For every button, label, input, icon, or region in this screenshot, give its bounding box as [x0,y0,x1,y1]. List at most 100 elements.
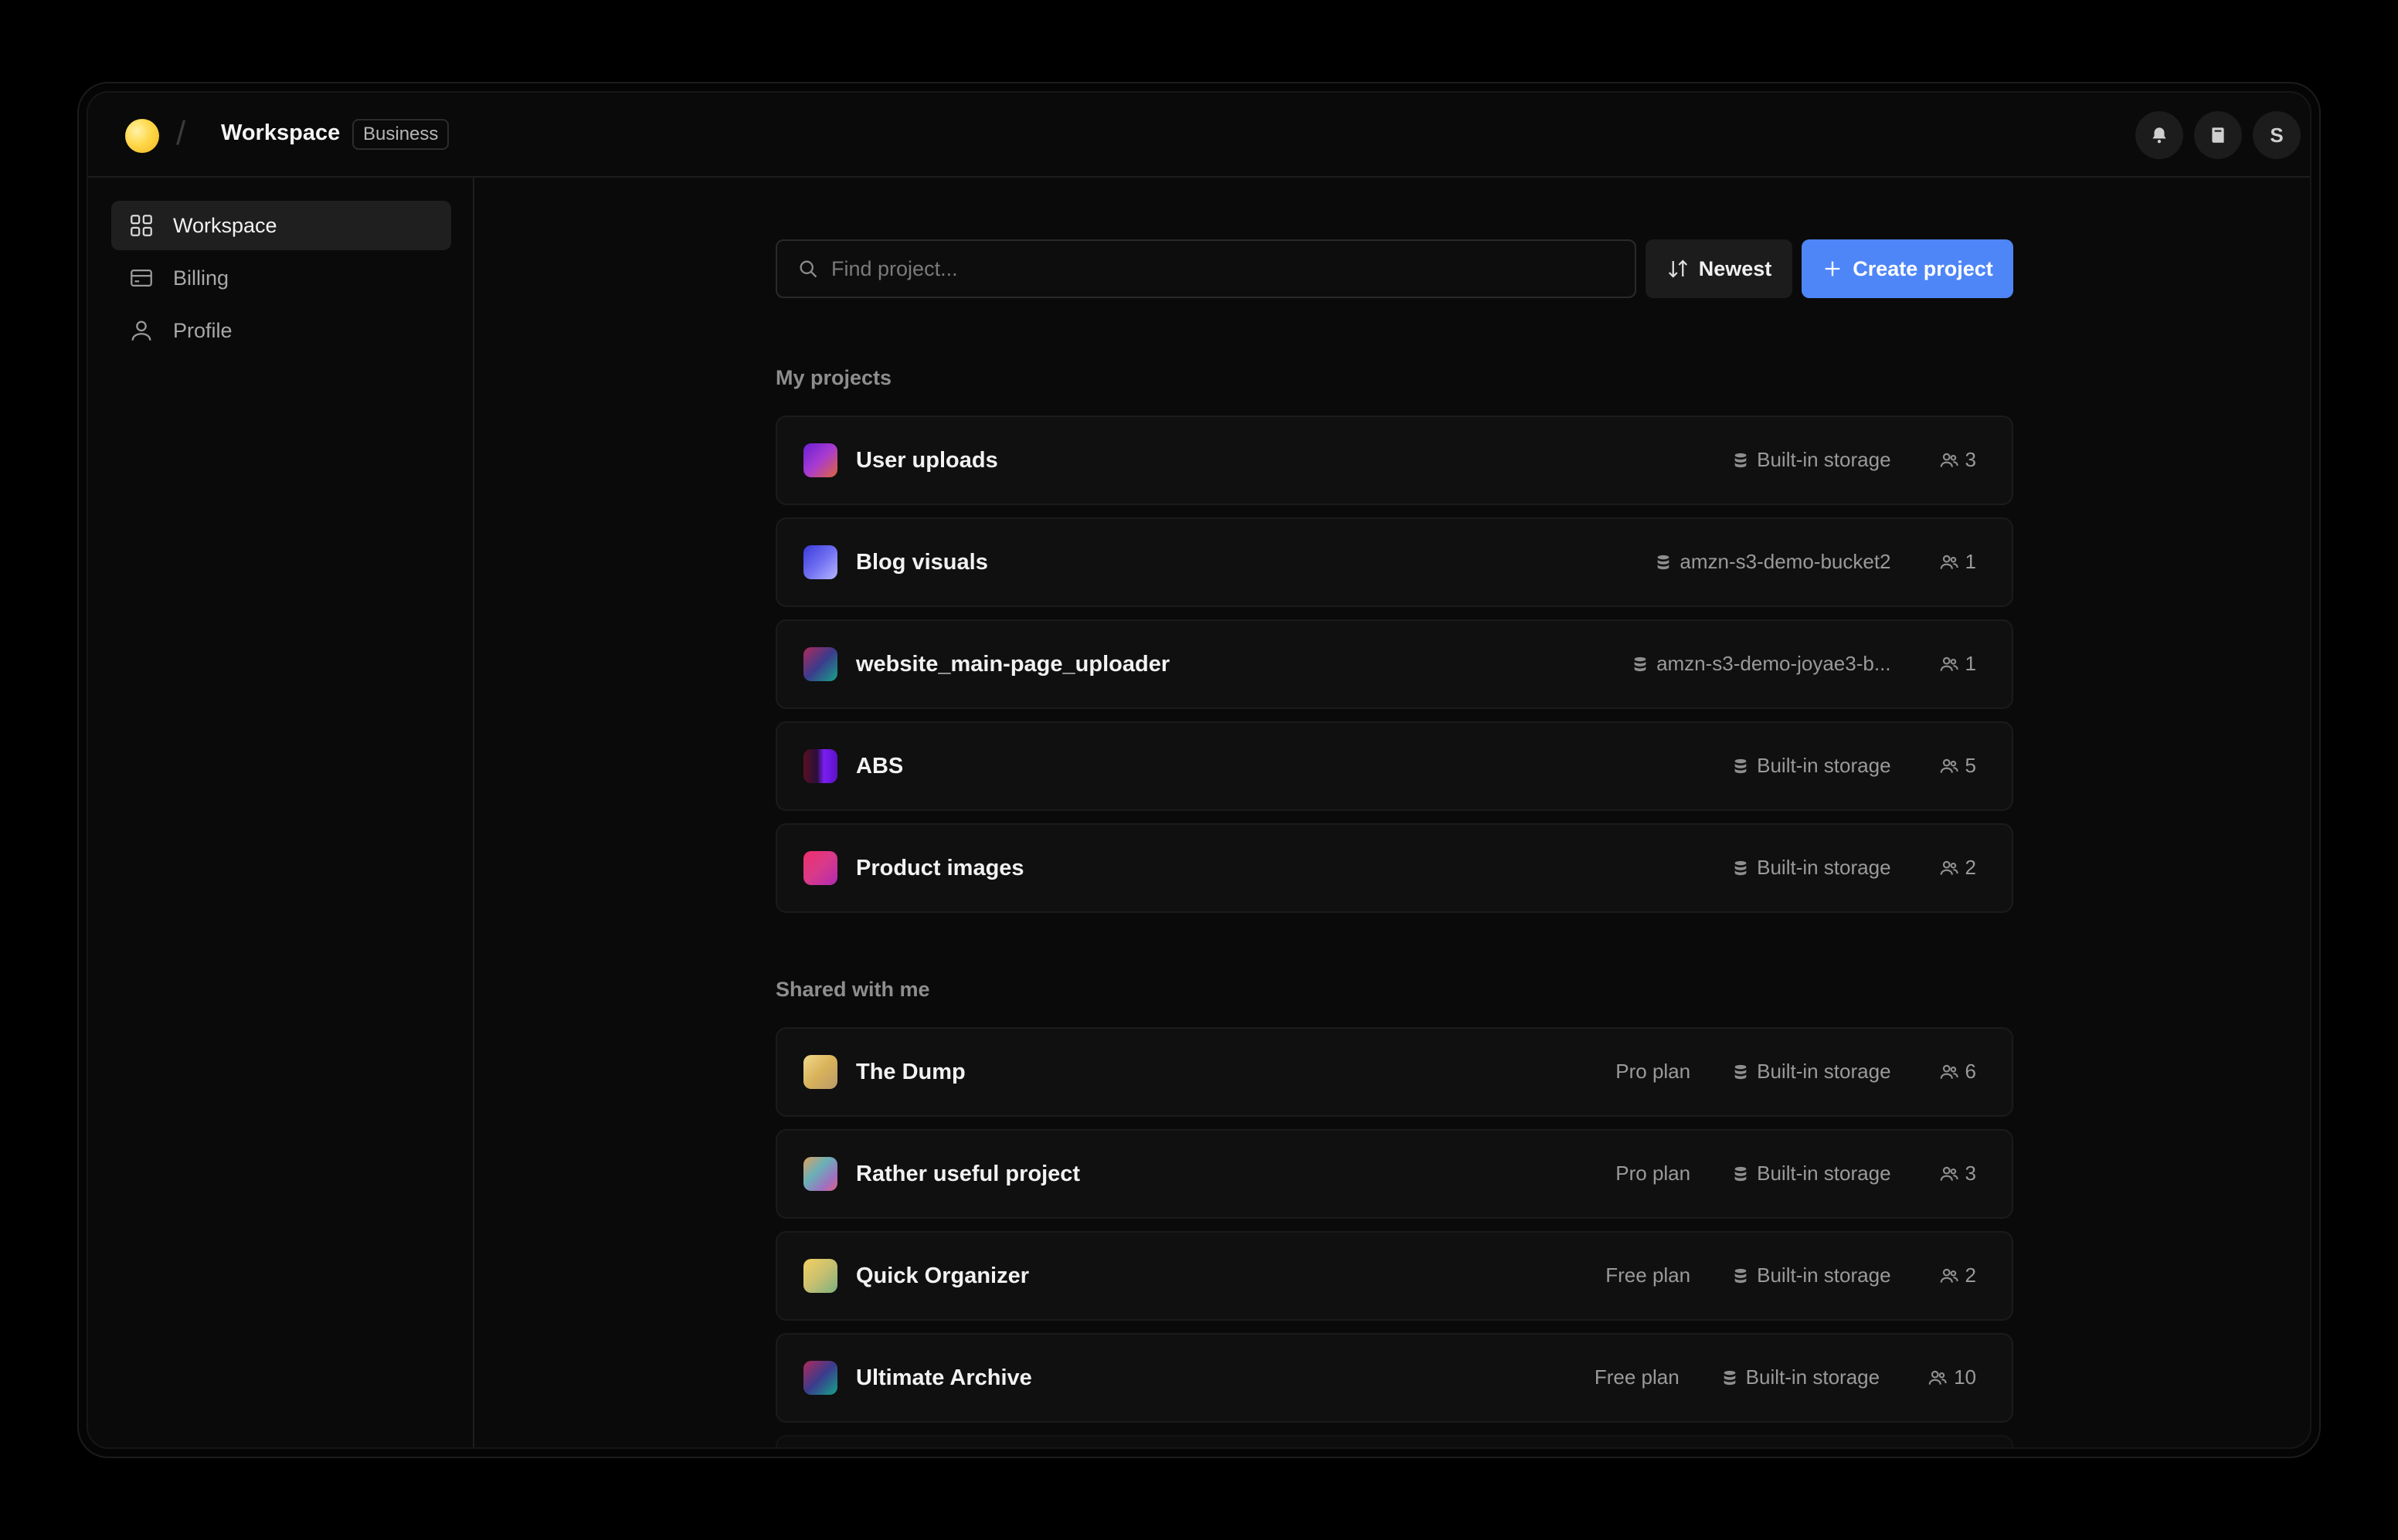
project-name: website_main-page_uploader [856,652,1170,677]
top-bar: / Workspace Business S [88,93,2310,178]
project-row[interactable]: website_main-page_uploader amzn-s3-demo-… [776,619,2013,709]
members-count: 10 [1954,1365,1976,1389]
project-name: Ultimate Archive [856,1365,1032,1390]
breadcrumb-separator: / [176,114,186,152]
storage-label: Built-in storage [1757,856,1891,879]
project-meta: amzn-s3-demo-bucket2 1 [1655,550,1976,574]
project-thumbnail [803,545,837,579]
user-icon [131,321,151,341]
project-meta: Free plan Built-in storage 2 [1605,1264,1976,1287]
project-name: Product images [856,856,1024,880]
project-name: Quick Organizer [856,1264,1030,1288]
project-row[interactable]: ABS Built-in storage 5 [776,721,2013,811]
workspace-logo[interactable] [125,119,159,153]
user-avatar-button[interactable]: S [2253,111,2301,159]
database-icon [1724,1370,1735,1385]
sidebar-item-profile[interactable]: Profile [111,306,451,355]
create-project-label: Create project [1853,256,1993,280]
project-thumbnail [803,647,837,681]
project-row[interactable]: Rather useful project Pro plan Built-in … [776,1129,2013,1219]
card-icon [131,269,152,287]
sidebar-item-label: Profile [173,318,233,342]
project-thumbnail [803,1259,837,1293]
project-meta: Built-in storage 5 [1732,754,1976,778]
project-thumbnail [803,1361,837,1395]
bell-icon [2152,127,2166,144]
project-row[interactable]: Ultimate Archive Free plan Built-in stor… [776,1333,2013,1423]
book-icon [2212,127,2224,143]
create-project-button[interactable]: Create project [1802,239,2013,298]
storage-label: Built-in storage [1757,1060,1891,1083]
docs-button[interactable] [2194,111,2242,159]
project-meta: amzn-s3-demo-joyae3-b... 1 [1632,652,1976,676]
search-field[interactable] [776,239,1636,298]
project-row[interactable]: Quick Organizer Free plan Built-in stora… [776,1231,2013,1321]
project-row[interactable]: User uploads Built-in storage 3 [776,416,2013,505]
project-name: Blog visuals [856,550,988,575]
project-name: User uploads [856,448,998,473]
database-icon [1734,1166,1747,1181]
storage-label: Built-in storage [1757,1162,1891,1185]
storage-label: amzn-s3-demo-joyae3-b... [1656,652,1891,675]
database-icon [1734,1268,1747,1283]
project-meta: Built-in storage 3 [1732,448,1976,472]
project-meta: Built-in storage 2 [1732,856,1976,880]
app-window: / Workspace Business S Workspace Billing… [87,91,2311,1449]
search-icon [800,260,817,278]
project-thumbnail [803,749,837,783]
sidebar-item-workspace[interactable]: Workspace [111,201,451,250]
members-icon [1940,1268,1958,1283]
storage-label: Built-in storage [1757,754,1891,777]
members-count: 1 [1965,550,1976,573]
sidebar: Workspace Billing Profile [88,178,474,1447]
plan-label: Pro plan [1615,1162,1691,1185]
project-meta: Pro plan Built-in storage 6 [1615,1060,1976,1084]
project-meta: Free plan Built-in storage 10 [1595,1365,1976,1389]
search-input[interactable] [830,256,1528,282]
storage-label: Built-in storage [1745,1365,1880,1389]
project-row-partial[interactable] [776,1435,2013,1447]
sort-label: Newest [1698,256,1772,280]
project-thumbnail [803,851,837,885]
members-count: 2 [1965,856,1976,879]
members-count: 5 [1965,754,1976,777]
database-icon [1734,1064,1747,1079]
members-icon [1940,555,1958,569]
project-row[interactable]: Blog visuals amzn-s3-demo-bucket2 1 [776,517,2013,607]
storage-label: Built-in storage [1757,1264,1891,1287]
sidebar-item-billing[interactable]: Billing [111,253,451,303]
members-count: 3 [1965,1162,1976,1185]
project-name: ABS [856,754,904,778]
members-icon [1928,1370,1947,1385]
project-name: The Dump [856,1060,966,1084]
members-icon [1940,656,1958,671]
database-icon [1734,758,1747,773]
sidebar-item-label: Workspace [173,213,277,237]
storage-label: amzn-s3-demo-bucket2 [1680,550,1891,573]
grid-icon [131,215,152,236]
project-row[interactable]: Product images Built-in storage 2 [776,823,2013,913]
plan-badge: Business [352,119,450,150]
plan-label: Pro plan [1615,1060,1691,1083]
plan-label: Free plan [1594,1365,1680,1389]
workspace-title[interactable]: Workspace [221,120,340,146]
my-projects-heading: My projects [776,366,892,389]
project-thumbnail [803,1055,837,1089]
shared-with-me-heading: Shared with me [776,978,930,1001]
plus-icon [1825,261,1840,276]
project-thumbnail [803,1157,837,1191]
project-name: Rather useful project [856,1162,1081,1186]
sort-arrows-icon [1668,259,1687,278]
members-count: 3 [1965,448,1976,471]
sort-button[interactable]: Newest [1646,239,1792,298]
notifications-button[interactable] [2135,111,2183,159]
sidebar-item-label: Billing [173,266,229,290]
database-icon [1734,860,1747,875]
members-icon [1940,860,1958,875]
project-row[interactable]: The Dump Pro plan Built-in storage 6 [776,1027,2013,1117]
project-thumbnail [803,443,837,477]
project-meta: Pro plan Built-in storage 3 [1615,1162,1976,1186]
members-count: 2 [1965,1264,1976,1287]
database-icon [1658,555,1669,569]
database-icon [1634,656,1646,671]
